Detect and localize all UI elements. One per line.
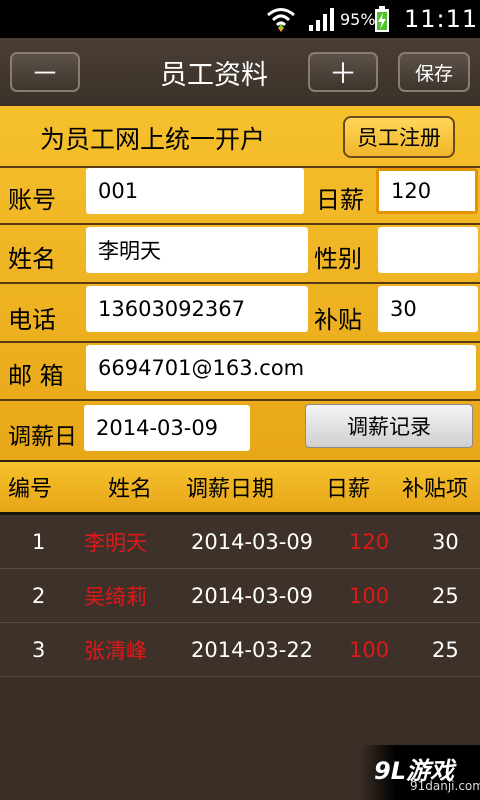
register-prompt: 为员工网上统一开户 [40, 125, 266, 154]
clock: 11:11 [404, 5, 479, 33]
adjust-date-field[interactable]: 2014-03-09 [84, 405, 250, 451]
cell-date: 2014-03-09 [191, 583, 314, 608]
watermark-url: 91danji.com [410, 779, 480, 793]
adjust-date-label: 调薪日 [8, 424, 77, 450]
email-row: 邮 箱 6694701@163.com [0, 341, 480, 401]
cell-salary: 100 [349, 637, 390, 662]
phone-label: 电话 [8, 306, 56, 334]
cell-allowance: 25 [432, 637, 459, 662]
header-no: 编号 [8, 477, 53, 502]
table-row[interactable]: 1 李明天 2014-03-09 120 30 [0, 515, 480, 569]
name-row: 姓名 李明天 性别 [0, 223, 480, 284]
cell-salary: 120 [349, 529, 390, 554]
cell-name: 张清峰 [84, 638, 147, 663]
account-field[interactable]: 001 [86, 168, 304, 214]
gender-label: 性别 [314, 245, 362, 273]
cell-date: 2014-03-22 [191, 637, 314, 662]
wifi-icon [266, 0, 300, 38]
plus-button[interactable]: ＋ [308, 52, 378, 92]
header-salary: 日薪 [326, 477, 371, 502]
watermark: 9L游戏 91danji.com [360, 745, 480, 800]
account-label: 账号 [8, 186, 56, 214]
minus-button[interactable]: － [10, 52, 80, 92]
page-title: 员工资料 [160, 59, 268, 91]
register-button[interactable]: 员工注册 [343, 116, 455, 158]
cell-allowance: 30 [432, 529, 459, 554]
employee-form: 为员工网上统一开户 员工注册 账号 001 日薪 120 姓名 李明天 性别 电… [0, 106, 480, 462]
email-label: 邮 箱 [8, 362, 64, 390]
table-row[interactable]: 2 吴绮莉 2014-03-09 100 25 [0, 569, 480, 623]
daily-salary-label: 日薪 [316, 186, 364, 214]
cell-no: 3 [32, 637, 46, 662]
cell-name: 吴绮莉 [84, 584, 147, 609]
email-field[interactable]: 6694701@163.com [86, 345, 476, 391]
header-name: 姓名 [108, 477, 153, 502]
register-row: 为员工网上统一开户 员工注册 [0, 106, 480, 168]
battery-percent: 95% [340, 9, 376, 29]
allowance-label: 补贴 [314, 306, 362, 334]
cell-date: 2014-03-09 [191, 529, 314, 554]
account-row: 账号 001 日薪 120 [0, 166, 480, 225]
cell-salary: 100 [349, 583, 390, 608]
header-date: 调薪日期 [186, 477, 275, 502]
cell-name: 李明天 [84, 530, 147, 555]
table-row[interactable]: 3 张清峰 2014-03-22 100 25 [0, 623, 480, 677]
status-bar: 95% 11:11 [0, 0, 480, 38]
table-header: 编号 姓名 调薪日期 日薪 补贴项 [0, 462, 480, 515]
name-label: 姓名 [8, 245, 56, 273]
cell-no: 1 [32, 529, 46, 554]
allowance-field[interactable]: 30 [378, 286, 478, 332]
cell-allowance: 25 [432, 583, 459, 608]
title-bar: － 员工资料 ＋ 保存 [0, 38, 480, 108]
name-field[interactable]: 李明天 [86, 227, 308, 273]
header-allowance: 补贴项 [402, 477, 469, 502]
salary-history-button[interactable]: 调薪记录 [305, 404, 473, 448]
phone-field[interactable]: 13603092367 [86, 286, 308, 332]
gender-field[interactable] [378, 227, 478, 273]
salary-table: 1 李明天 2014-03-09 120 30 2 吴绮莉 2014-03-09… [0, 515, 480, 677]
adjust-date-row: 调薪日 2014-03-09 调薪记录 [0, 399, 480, 458]
cell-no: 2 [32, 583, 46, 608]
phone-row: 电话 13603092367 补贴 30 [0, 282, 480, 343]
daily-salary-field[interactable]: 120 [376, 168, 478, 214]
signal-icon [308, 0, 340, 38]
save-button[interactable]: 保存 [398, 52, 470, 92]
battery-charging-icon [374, 0, 396, 38]
